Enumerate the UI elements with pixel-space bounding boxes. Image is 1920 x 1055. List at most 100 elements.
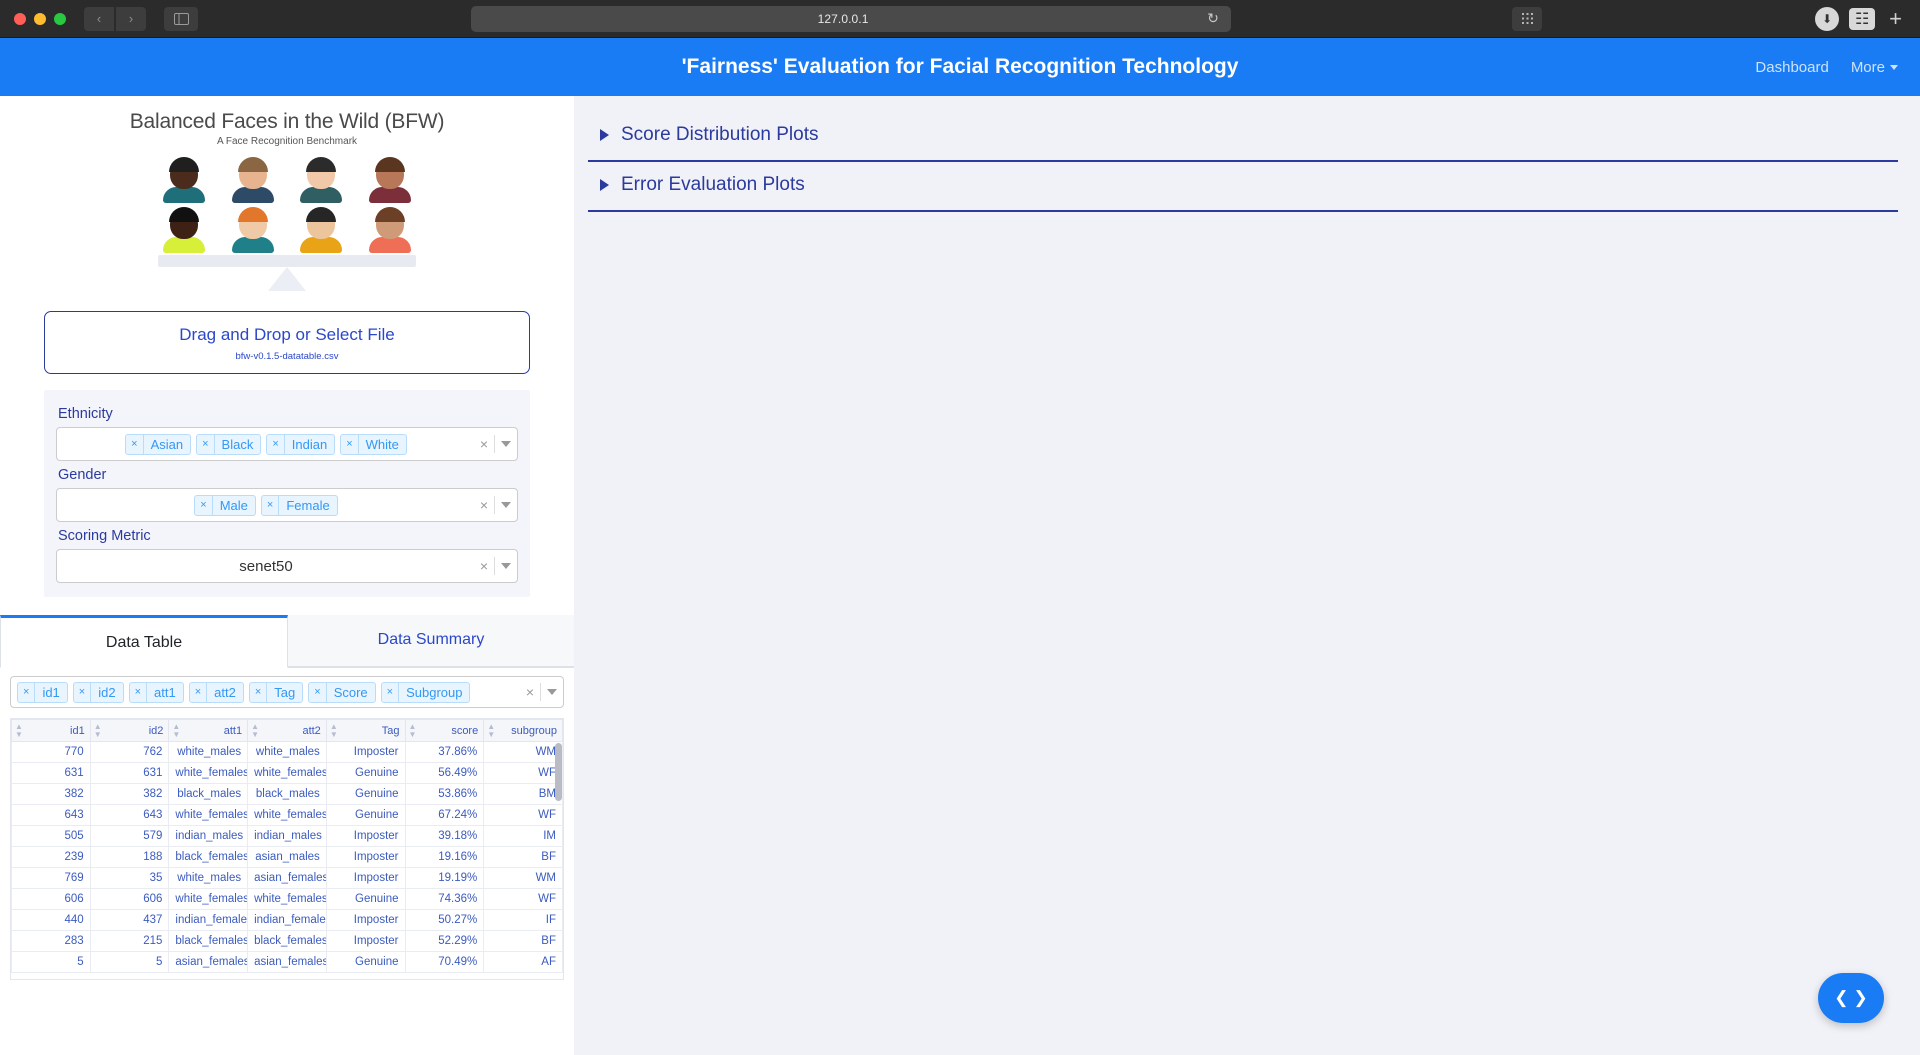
column-header-label: att1 bbox=[223, 724, 243, 737]
remove-column-icon[interactable]: × bbox=[250, 682, 268, 702]
remove-column-icon[interactable]: × bbox=[382, 682, 400, 702]
page-navigation-fab[interactable]: ❮ ❯ bbox=[1818, 973, 1884, 1023]
table-row[interactable]: 643 643 white_females white_females Genuine 6… bbox=[11, 804, 563, 826]
remove-column-icon[interactable]: × bbox=[74, 682, 92, 702]
remove-tag-icon[interactable]: × bbox=[197, 434, 215, 454]
clear-selection-icon[interactable]: × bbox=[480, 497, 488, 513]
clear-selection-icon[interactable]: × bbox=[480, 558, 488, 574]
filter-select-scoring-metric[interactable]: senet50 × bbox=[56, 549, 518, 583]
sort-icon[interactable]: ▲ ▼ bbox=[330, 722, 338, 739]
chevron-right-icon[interactable]: ❯ bbox=[1854, 988, 1868, 1008]
column-header-att1[interactable]: ▲ ▼ att1 bbox=[168, 719, 249, 742]
chevron-right-icon[interactable] bbox=[600, 129, 609, 141]
maximize-window-button[interactable] bbox=[54, 12, 66, 25]
table-row[interactable]: 283 215 black_females black_females Imposter… bbox=[11, 930, 563, 952]
sidebar-toggle-icon[interactable] bbox=[164, 6, 198, 31]
remove-column-icon[interactable]: × bbox=[18, 682, 36, 702]
tag-female[interactable]: × Female bbox=[260, 494, 338, 516]
address-bar[interactable]: 127.0.0.1 ↻ bbox=[471, 5, 1232, 32]
back-button[interactable]: ‹ bbox=[84, 6, 114, 31]
table-row[interactable]: 440 437 indian_females indian_females Impost… bbox=[11, 909, 563, 931]
download-icon[interactable]: ⬇ bbox=[1815, 6, 1840, 31]
chevron-down-icon[interactable] bbox=[501, 441, 511, 447]
tag-black[interactable]: × Black bbox=[196, 433, 262, 455]
remove-tag-icon[interactable]: × bbox=[262, 495, 280, 515]
chevron-left-icon[interactable]: ❮ bbox=[1834, 988, 1848, 1008]
table-row[interactable]: 505 579 indian_males indian_males Imposter 39… bbox=[11, 825, 563, 847]
column-chip-att1[interactable]: × att1 bbox=[128, 681, 184, 703]
column-chip-att2[interactable]: × att2 bbox=[188, 681, 244, 703]
column-chip-score[interactable]: × Score bbox=[308, 681, 376, 703]
minimize-window-button[interactable] bbox=[34, 12, 46, 25]
column-chip-id1[interactable]: × id1 bbox=[17, 681, 68, 703]
close-window-button[interactable] bbox=[14, 12, 26, 25]
chevron-down-icon[interactable] bbox=[501, 502, 511, 508]
sort-icon[interactable]: ▲ ▼ bbox=[15, 722, 23, 739]
nav-item-dashboard[interactable]: Dashboard bbox=[1755, 59, 1828, 76]
reload-icon[interactable]: ↻ bbox=[1205, 10, 1221, 27]
table-row[interactable]: 606 606 white_females white_females Genuine 7… bbox=[11, 888, 563, 910]
table-row[interactable]: 631 631 white_females white_females Genuine 5… bbox=[11, 762, 563, 784]
table-scrollbar[interactable] bbox=[555, 743, 562, 801]
remove-column-icon[interactable]: × bbox=[130, 682, 148, 702]
column-chip-subgroup[interactable]: × Subgroup bbox=[380, 681, 471, 703]
accordion-header[interactable]: Error Evaluation Plots bbox=[588, 174, 1898, 196]
remove-column-icon[interactable]: × bbox=[190, 682, 208, 702]
tag-asian[interactable]: × Asian bbox=[125, 433, 192, 455]
tab-overview-icon[interactable]: ☷ bbox=[1849, 7, 1876, 30]
avatar-face-1 bbox=[161, 157, 207, 203]
data-table-container[interactable]: ▲ ▼ id1 ▲ ▼ id2 ▲ ▼ att1 ▲ ▼ att2 ▲ ▼ Tag ▲ ▼ score ▲ ▼ subg… bbox=[10, 718, 564, 980]
forward-button[interactable]: › bbox=[116, 6, 146, 31]
column-header-id2[interactable]: ▲ ▼ id2 bbox=[89, 719, 170, 742]
filter-select-gender[interactable]: × Male × Female × bbox=[56, 488, 518, 522]
filter-select-ethnicity[interactable]: × Asian × Black × Indian × White × bbox=[56, 427, 518, 461]
table-row[interactable]: 769 35 white_males asian_females Imposter 19.… bbox=[11, 867, 563, 889]
column-chip-tag[interactable]: × Tag bbox=[248, 681, 304, 703]
table-cell: 5 bbox=[11, 951, 91, 973]
avatar-face-7 bbox=[298, 207, 344, 253]
table-cell: white_males bbox=[247, 741, 327, 763]
clear-selection-icon[interactable]: × bbox=[480, 436, 488, 452]
tab-data-summary[interactable]: Data Summary bbox=[288, 615, 574, 667]
sort-icon[interactable]: ▲ ▼ bbox=[251, 722, 259, 739]
sort-icon[interactable]: ▲ ▼ bbox=[487, 722, 495, 739]
chevron-right-icon[interactable] bbox=[600, 179, 609, 191]
clear-columns-icon[interactable]: × bbox=[526, 684, 534, 700]
column-chip-id2[interactable]: × id2 bbox=[72, 681, 124, 703]
nav-item-more[interactable]: More bbox=[1851, 59, 1898, 76]
table-row[interactable]: 239 188 black_females asian_males Imposter 19… bbox=[11, 846, 563, 868]
chevron-down-icon[interactable] bbox=[547, 689, 557, 695]
column-chip-label: id2 bbox=[98, 684, 116, 700]
accordion-score-distribution-plots[interactable]: Score Distribution Plots bbox=[588, 112, 1898, 162]
column-header-subgroup[interactable]: ▲ ▼ subgroup bbox=[483, 719, 563, 742]
accordion-error-evaluation-plots[interactable]: Error Evaluation Plots bbox=[588, 162, 1898, 212]
tag-white[interactable]: × White bbox=[340, 433, 407, 455]
remove-tag-icon[interactable]: × bbox=[126, 434, 144, 454]
remove-tag-icon[interactable]: × bbox=[341, 434, 359, 454]
file-upload-dropzone[interactable]: Drag and Drop or Select File bfw-v0.1.5-… bbox=[44, 311, 530, 374]
remove-tag-icon[interactable]: × bbox=[195, 495, 213, 515]
table-row[interactable]: 5 5 asian_females asian_females Genuine 70.49… bbox=[11, 951, 563, 973]
column-header-att2[interactable]: ▲ ▼ att2 bbox=[247, 719, 327, 742]
sort-icon[interactable]: ▲ ▼ bbox=[409, 722, 417, 739]
sort-icon[interactable]: ▲ ▼ bbox=[94, 722, 102, 739]
accordion-header[interactable]: Score Distribution Plots bbox=[588, 124, 1898, 146]
new-tab-button[interactable]: + bbox=[1885, 7, 1906, 30]
column-header-tag[interactable]: ▲ ▼ Tag bbox=[325, 719, 406, 742]
sort-icon[interactable]: ▲ ▼ bbox=[172, 722, 180, 739]
sidebar-controls: Drag and Drop or Select File bfw-v0.1.5-… bbox=[0, 297, 574, 597]
column-header-id1[interactable]: ▲ ▼ id1 bbox=[11, 719, 91, 742]
column-header-score[interactable]: ▲ ▼ score bbox=[404, 719, 485, 742]
tag-indian[interactable]: × Indian bbox=[266, 433, 336, 455]
column-selector[interactable]: × id1 × id2 × att1 × att2 × Tag × Score × Subgroup × bbox=[10, 676, 564, 708]
avatar-hair bbox=[306, 157, 337, 172]
tag-male[interactable]: × Male bbox=[194, 494, 256, 516]
table-row[interactable]: 382 382 black_males black_males Genuine 53.86… bbox=[11, 783, 563, 805]
extensions-grid-icon[interactable] bbox=[1512, 6, 1543, 31]
chevron-down-icon[interactable] bbox=[501, 563, 511, 569]
remove-tag-icon[interactable]: × bbox=[267, 434, 285, 454]
remove-column-icon[interactable]: × bbox=[309, 682, 327, 702]
table-row[interactable]: 770 762 white_males white_males Imposter 37.8… bbox=[11, 741, 563, 763]
tab-data-table[interactable]: Data Table bbox=[0, 615, 288, 668]
table-cell: asian_females bbox=[168, 951, 249, 973]
